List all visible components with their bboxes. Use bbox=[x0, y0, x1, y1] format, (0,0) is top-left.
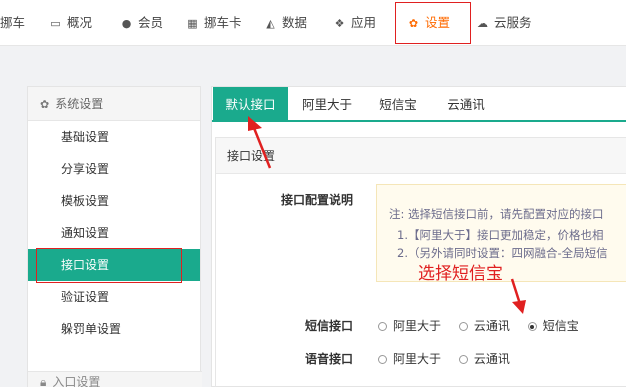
arrow-head-duanxinbao bbox=[512, 300, 526, 314]
arrow-to-default-tab bbox=[252, 127, 272, 169]
arrow-head-default-tab bbox=[248, 116, 262, 131]
annotation-arrows bbox=[248, 116, 526, 314]
arrow-to-duanxinbao bbox=[510, 278, 522, 305]
